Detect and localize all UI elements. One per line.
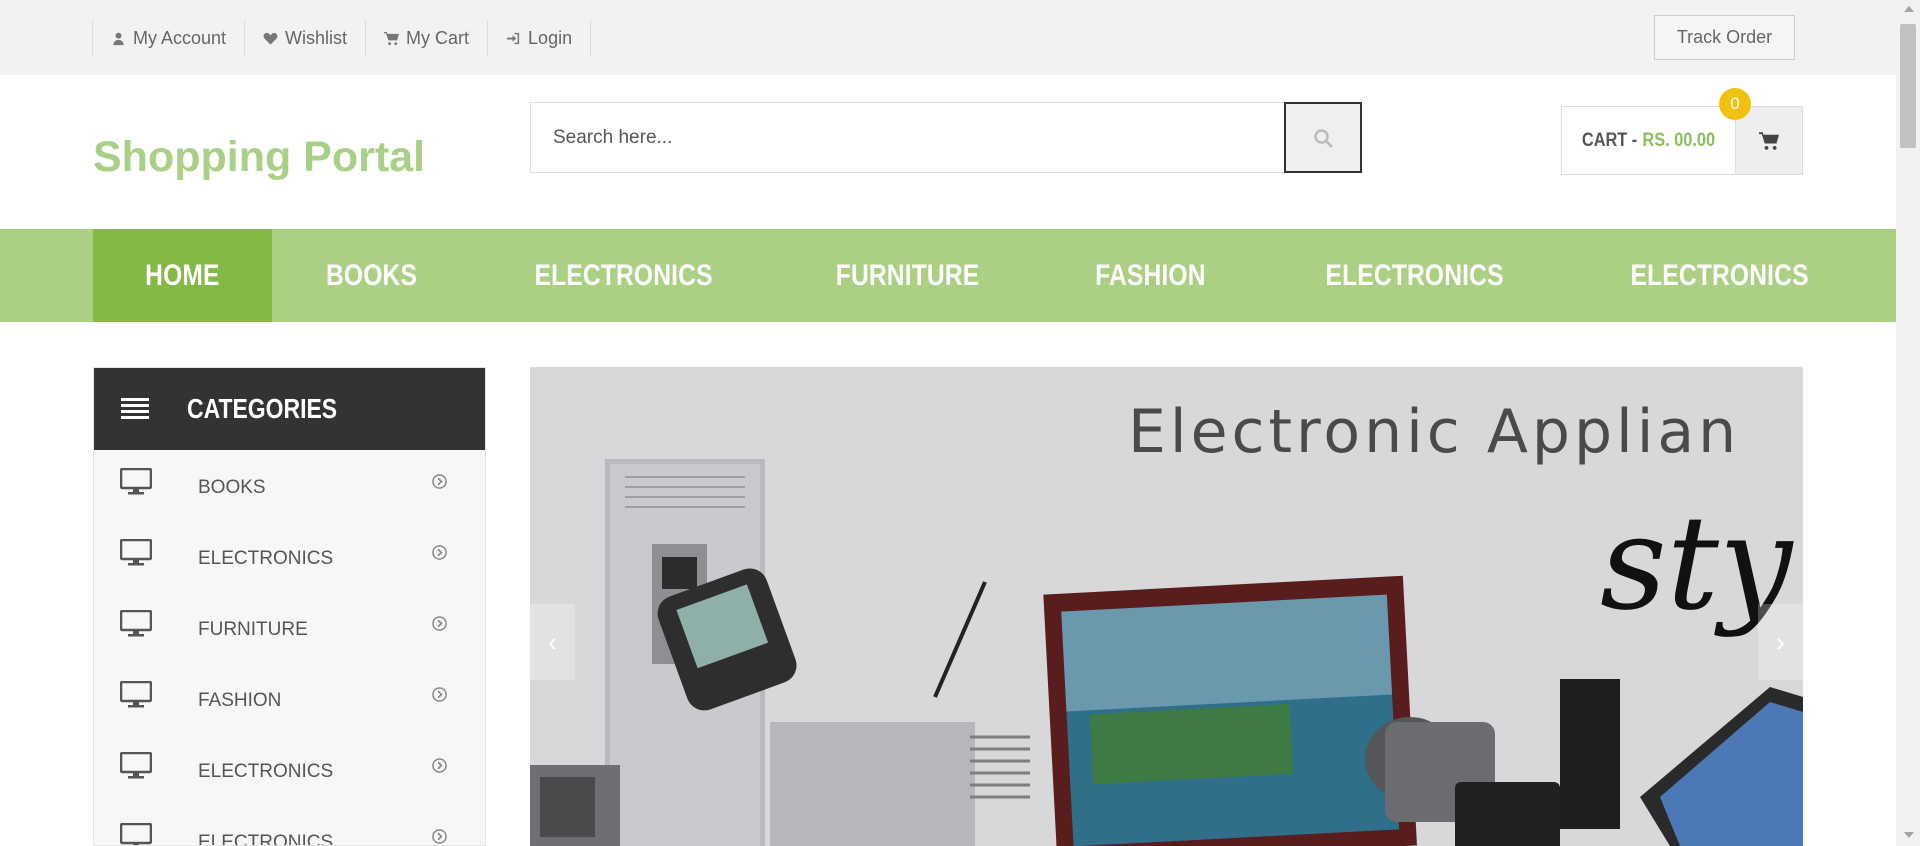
category-item-electronics[interactable]: ELECTRONICS — [94, 521, 485, 592]
arrow-circle-right-icon — [432, 758, 447, 773]
login-link[interactable]: Login — [488, 20, 592, 56]
heart-icon — [263, 32, 278, 45]
slider-prev-button[interactable]: ‹ — [530, 604, 575, 680]
main-nav: HOME BOOKS ELECTRONICS FURNITURE FASHION… — [0, 229, 1896, 322]
nav-item-electronics-2[interactable]: ELECTRONICS — [1262, 229, 1567, 322]
nav-label: HOME — [145, 258, 220, 292]
list-icon — [121, 395, 149, 422]
category-label: BOOKS — [198, 477, 266, 498]
nav-label: ELECTRONICS — [534, 258, 713, 292]
search-bar — [530, 102, 1362, 173]
cart-count-badge: 0 — [1719, 88, 1751, 120]
desktop-icon — [120, 610, 152, 637]
categories-header: CATEGORIES — [94, 368, 485, 450]
desktop-icon — [120, 752, 152, 779]
nav-label: FURNITURE — [835, 258, 980, 292]
category-item-furniture[interactable]: FURNITURE — [94, 592, 485, 663]
category-label: ELECTRONICS — [198, 832, 334, 846]
nav-items: HOME BOOKS ELECTRONICS FURNITURE FASHION… — [93, 229, 1872, 322]
categories-title: CATEGORIES — [187, 392, 338, 424]
page-scrollbar[interactable] — [1896, 0, 1920, 846]
top-links: My Account Wishlist My Cart Login — [92, 20, 592, 56]
category-item-fashion[interactable]: FASHION — [94, 663, 485, 734]
arrow-circle-right-icon — [432, 616, 447, 631]
nav-label: BOOKS — [325, 258, 417, 292]
login-label: Login — [528, 27, 573, 48]
track-order-button[interactable]: Track Order — [1654, 15, 1795, 60]
top-bar: My Account Wishlist My Cart Login Track … — [0, 0, 1896, 75]
nav-item-furniture[interactable]: FURNITURE — [776, 229, 1039, 322]
nav-item-electronics[interactable]: ELECTRONICS — [471, 229, 776, 322]
page: My Account Wishlist My Cart Login Track … — [0, 0, 1920, 846]
cart-text: CART - — [1581, 129, 1638, 151]
search-icon — [1314, 128, 1333, 147]
user-icon — [113, 32, 124, 45]
slider-next-button[interactable]: › — [1758, 604, 1803, 680]
arrow-circle-right-icon — [432, 687, 447, 702]
scroll-down-arrow-icon[interactable] — [1904, 832, 1914, 838]
category-label: ELECTRONICS — [198, 761, 334, 782]
category-item-electronics-3[interactable]: ELECTRONICS — [94, 805, 485, 846]
my-cart-label: My Cart — [406, 27, 470, 48]
wishlist-link[interactable]: Wishlist — [245, 20, 367, 56]
scroll-up-arrow-icon[interactable] — [1904, 6, 1914, 12]
cart-amount: RS. 00.00 — [1642, 129, 1716, 151]
cart-icon-box[interactable] — [1735, 107, 1802, 174]
nav-label: ELECTRONICS — [1325, 258, 1504, 292]
category-label: FURNITURE — [198, 619, 308, 640]
cart-icon — [384, 31, 400, 45]
wishlist-label: Wishlist — [285, 27, 348, 48]
nav-label: ELECTRONICS — [1630, 258, 1809, 292]
scroll-thumb[interactable] — [1900, 24, 1916, 148]
nav-item-home[interactable]: HOME — [93, 229, 272, 322]
banner-headline: Electronic Applian — [1128, 397, 1741, 467]
categories-list: BOOKS ELECTRONICS FURNITURE FASHION ELEC — [94, 450, 485, 846]
arrow-circle-right-icon — [432, 474, 447, 489]
nav-label: FASHION — [1095, 258, 1206, 292]
arrow-circle-right-icon — [432, 545, 447, 560]
cart-summary[interactable]: CART - RS. 00.00 — [1561, 106, 1803, 175]
categories-panel: CATEGORIES BOOKS ELECTRONICS FURNITURE F… — [93, 367, 486, 846]
search-button[interactable] — [1284, 102, 1362, 173]
site-logo[interactable]: Shopping Portal — [93, 133, 425, 182]
category-item-electronics-2[interactable]: ELECTRONICS — [94, 734, 485, 805]
arrow-circle-right-icon — [432, 829, 447, 844]
desktop-icon — [120, 539, 152, 566]
nav-item-electronics-3[interactable]: ELECTRONICS — [1567, 229, 1872, 322]
my-account-link[interactable]: My Account — [93, 20, 246, 56]
category-label: ELECTRONICS — [198, 548, 334, 569]
category-label: FASHION — [198, 690, 282, 711]
shopping-cart-icon — [1759, 131, 1779, 150]
category-item-books[interactable]: BOOKS — [94, 450, 485, 521]
hero-banner[interactable]: Electronic Applian sty ‹ › — [530, 367, 1803, 846]
my-cart-link[interactable]: My Cart — [366, 20, 489, 56]
search-input[interactable] — [531, 103, 1284, 172]
desktop-icon — [120, 468, 152, 495]
desktop-icon — [120, 681, 152, 708]
desktop-icon — [120, 823, 152, 845]
my-account-label: My Account — [133, 27, 227, 48]
nav-item-books[interactable]: BOOKS — [272, 229, 471, 322]
login-icon — [506, 32, 520, 44]
nav-item-fashion[interactable]: FASHION — [1039, 229, 1262, 322]
cart-label: CART - RS. 00.00 — [1574, 107, 1723, 174]
